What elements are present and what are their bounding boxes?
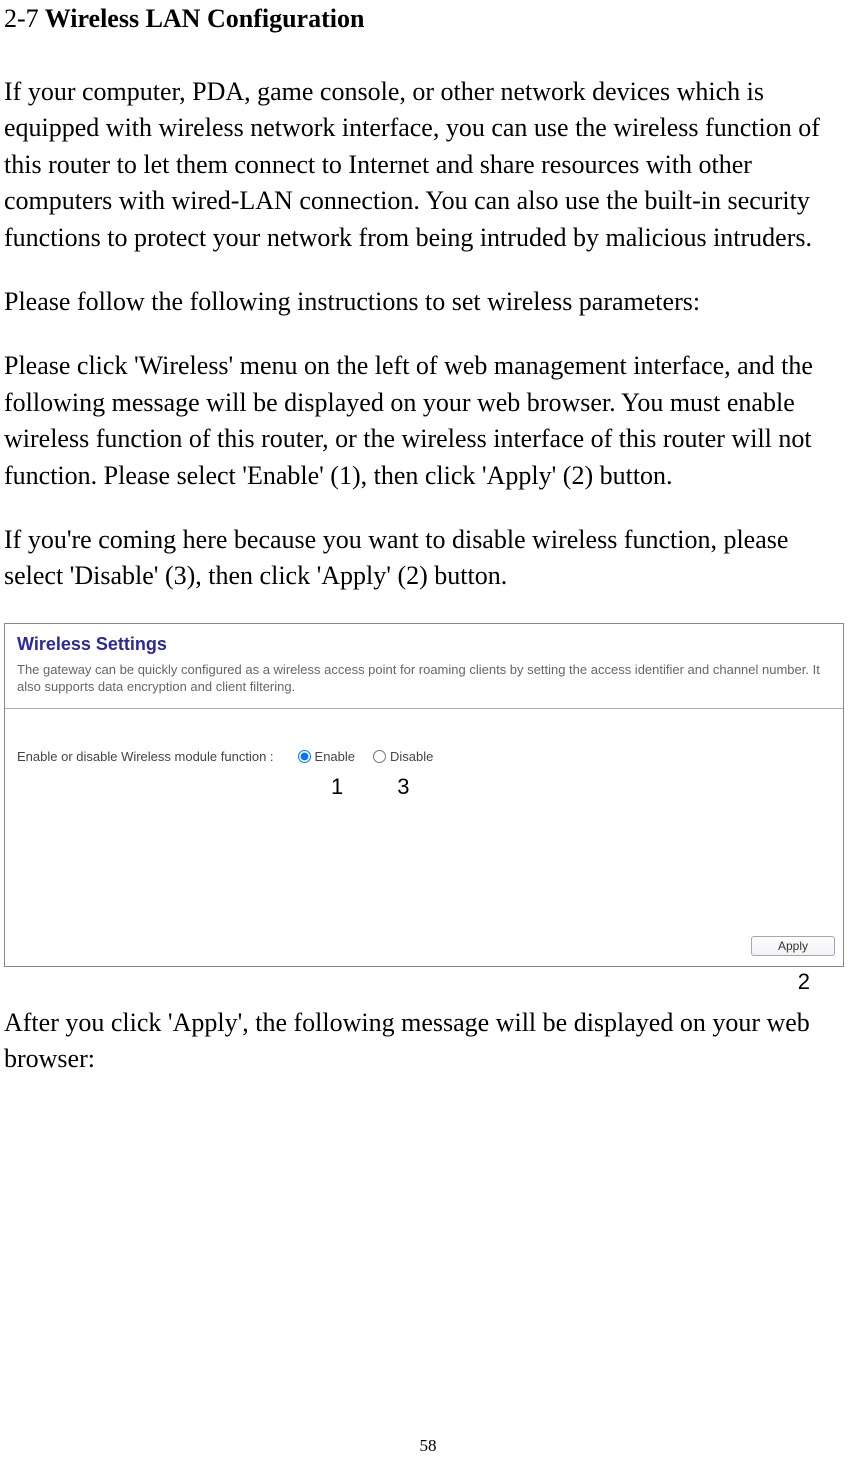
section-title: Wireless LAN Configuration [45, 4, 365, 33]
divider [5, 708, 843, 709]
annotation-3: 3 [397, 774, 409, 800]
wireless-module-control-row: Enable or disable Wireless module functi… [5, 749, 843, 764]
wireless-settings-screenshot: Wireless Settings The gateway can be qui… [4, 623, 844, 967]
annotation-row: 1 3 [5, 774, 843, 800]
enable-radio-label[interactable]: Enable [298, 749, 355, 764]
annotation-1: 1 [331, 774, 343, 800]
disable-radio[interactable] [373, 750, 386, 763]
disable-radio-label[interactable]: Disable [373, 749, 433, 764]
paragraph-instruction-lead: Please follow the following instructions… [4, 284, 852, 320]
wireless-settings-title: Wireless Settings [5, 624, 843, 661]
wireless-settings-description: The gateway can be quickly configured as… [5, 661, 843, 704]
paragraph-enable-instructions: Please click 'Wireless' menu on the left… [4, 348, 852, 494]
enable-radio[interactable] [298, 750, 311, 763]
paragraph-disable-instructions: If you're coming here because you want t… [4, 522, 852, 595]
paragraph-intro: If your computer, PDA, game console, or … [4, 74, 852, 256]
apply-row: Apply [5, 930, 843, 966]
section-number: 2-7 [4, 4, 39, 33]
apply-button[interactable]: Apply [751, 936, 835, 956]
annotation-2: 2 [4, 969, 852, 995]
paragraph-after-apply: After you click 'Apply', the following m… [4, 1005, 852, 1078]
page-number: 58 [0, 1436, 856, 1456]
wireless-module-label: Enable or disable Wireless module functi… [17, 749, 274, 764]
section-heading: 2-7 Wireless LAN Configuration [4, 4, 852, 34]
disable-radio-text: Disable [390, 749, 433, 764]
enable-radio-text: Enable [315, 749, 355, 764]
